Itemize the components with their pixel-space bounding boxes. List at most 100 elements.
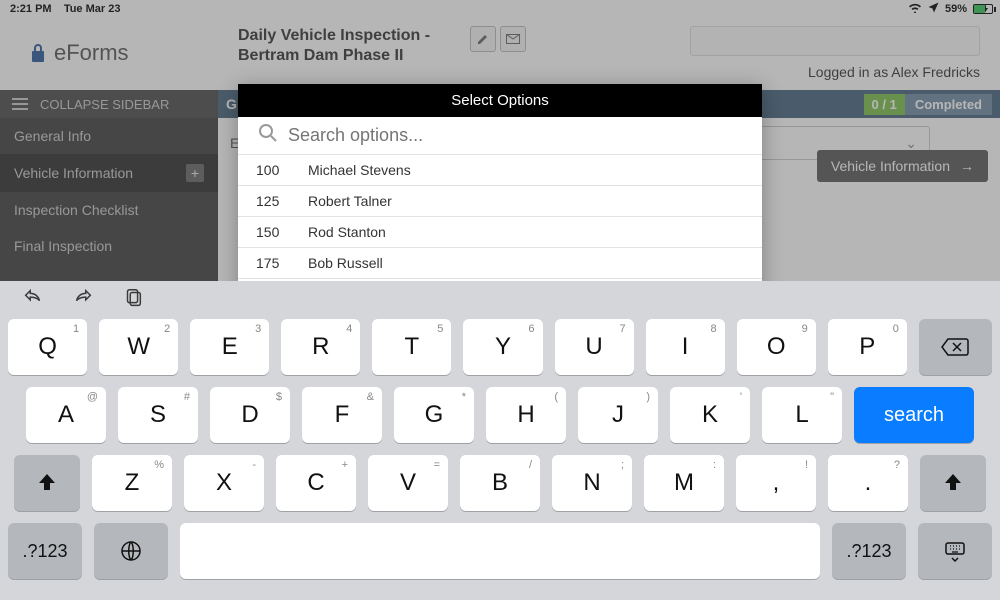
key-label: D bbox=[241, 401, 258, 429]
key-X[interactable]: -X bbox=[184, 455, 264, 511]
key-K[interactable]: 'K bbox=[670, 387, 750, 443]
key-sublabel: ) bbox=[646, 391, 650, 403]
key-sublabel: 7 bbox=[619, 323, 625, 335]
key-C[interactable]: +C bbox=[276, 455, 356, 511]
key-label: N bbox=[583, 469, 600, 497]
key-mode-switch[interactable]: .?123 bbox=[8, 523, 82, 579]
modal-search-input[interactable] bbox=[288, 125, 742, 146]
key-V[interactable]: =V bbox=[368, 455, 448, 511]
undo-icon[interactable] bbox=[22, 287, 44, 314]
key-label: .?123 bbox=[22, 541, 67, 562]
key-mode-switch-right[interactable]: .?123 bbox=[832, 523, 906, 579]
key-sublabel: ? bbox=[894, 459, 900, 471]
key-S[interactable]: #S bbox=[118, 387, 198, 443]
option-row[interactable]: 175 Bob Russell bbox=[238, 247, 762, 278]
key-A[interactable]: @A bbox=[26, 387, 106, 443]
key-sublabel: 6 bbox=[528, 323, 534, 335]
search-icon bbox=[258, 123, 278, 148]
option-id: 150 bbox=[256, 224, 290, 240]
option-id: 175 bbox=[256, 255, 290, 271]
key-label: R bbox=[312, 333, 329, 361]
key-label: T bbox=[405, 333, 420, 361]
key-sublabel: 3 bbox=[255, 323, 261, 335]
key-hide-keyboard[interactable] bbox=[918, 523, 992, 579]
key-N[interactable]: ;N bbox=[552, 455, 632, 511]
key-globe[interactable] bbox=[94, 523, 168, 579]
key-label: M bbox=[674, 469, 694, 497]
key-label: Z bbox=[125, 469, 140, 497]
key-O[interactable]: 9O bbox=[737, 319, 816, 375]
key-label: Y bbox=[495, 333, 511, 361]
key-label: B bbox=[492, 469, 508, 497]
key-sublabel: + bbox=[342, 459, 348, 471]
key-space[interactable] bbox=[180, 523, 820, 579]
select-options-modal: Select Options 100Michael Stevens125Robe… bbox=[238, 84, 762, 309]
option-row[interactable]: 100Michael Stevens bbox=[238, 154, 762, 185]
key-sublabel: ( bbox=[554, 391, 558, 403]
key-label: I bbox=[682, 333, 689, 361]
key-label: A bbox=[58, 401, 74, 429]
key-J[interactable]: )J bbox=[578, 387, 658, 443]
key-I[interactable]: 8I bbox=[646, 319, 725, 375]
key-label: S bbox=[150, 401, 166, 429]
key-shift[interactable] bbox=[14, 455, 80, 511]
key-sublabel: / bbox=[529, 459, 532, 471]
key-M[interactable]: :M bbox=[644, 455, 724, 511]
key-G[interactable]: *G bbox=[394, 387, 474, 443]
key-label: F bbox=[335, 401, 350, 429]
key-B[interactable]: /B bbox=[460, 455, 540, 511]
key-label: K bbox=[702, 401, 718, 429]
key-Q[interactable]: 1Q bbox=[8, 319, 87, 375]
key-label: H bbox=[517, 401, 534, 429]
key-sublabel: @ bbox=[87, 391, 98, 403]
key-T[interactable]: 5T bbox=[372, 319, 451, 375]
key-sublabel: # bbox=[184, 391, 190, 403]
redo-icon[interactable] bbox=[72, 287, 94, 314]
key-sublabel: " bbox=[830, 391, 834, 403]
modal-title: Select Options bbox=[238, 84, 762, 117]
key-label: E bbox=[222, 333, 238, 361]
key-P[interactable]: 0P bbox=[828, 319, 907, 375]
key-.[interactable]: ?. bbox=[828, 455, 908, 511]
key-,[interactable]: !, bbox=[736, 455, 816, 511]
key-backspace[interactable] bbox=[919, 319, 992, 375]
key-Z[interactable]: %Z bbox=[92, 455, 172, 511]
key-W[interactable]: 2W bbox=[99, 319, 178, 375]
key-label: W bbox=[127, 333, 150, 361]
key-sublabel: = bbox=[434, 459, 440, 471]
key-sublabel: 1 bbox=[73, 323, 79, 335]
key-E[interactable]: 3E bbox=[190, 319, 269, 375]
option-name: Michael Stevens bbox=[308, 162, 411, 178]
key-sublabel: * bbox=[462, 391, 466, 403]
key-F[interactable]: &F bbox=[302, 387, 382, 443]
option-row[interactable]: 150Rod Stanton bbox=[238, 216, 762, 247]
key-shift[interactable] bbox=[920, 455, 986, 511]
key-label: search bbox=[884, 404, 944, 427]
key-sublabel: 5 bbox=[437, 323, 443, 335]
key-sublabel: 8 bbox=[711, 323, 717, 335]
keyboard-rows: 1Q2W3E4R5T6Y7U8I9O0P @A#S$D&F*G(H)J'K"Ls… bbox=[0, 319, 1000, 579]
key-label: O bbox=[767, 333, 786, 361]
key-sublabel: : bbox=[713, 459, 716, 471]
key-H[interactable]: (H bbox=[486, 387, 566, 443]
option-name: Bob Russell bbox=[308, 255, 383, 271]
key-L[interactable]: "L bbox=[762, 387, 842, 443]
clipboard-icon[interactable] bbox=[122, 287, 144, 314]
key-label: .?123 bbox=[846, 541, 891, 562]
option-name: Robert Talner bbox=[308, 193, 392, 209]
option-row[interactable]: 125Robert Talner bbox=[238, 185, 762, 216]
key-sublabel: % bbox=[154, 459, 164, 471]
key-U[interactable]: 7U bbox=[555, 319, 634, 375]
key-Y[interactable]: 6Y bbox=[463, 319, 542, 375]
key-sublabel: $ bbox=[276, 391, 282, 403]
key-label: Q bbox=[38, 333, 57, 361]
key-label: U bbox=[585, 333, 602, 361]
key-R[interactable]: 4R bbox=[281, 319, 360, 375]
key-sublabel: ' bbox=[740, 391, 742, 403]
key-D[interactable]: $D bbox=[210, 387, 290, 443]
key-label: P bbox=[859, 333, 875, 361]
key-sublabel: 0 bbox=[893, 323, 899, 335]
key-label: V bbox=[400, 469, 416, 497]
key-label: L bbox=[795, 401, 808, 429]
key-search[interactable]: search bbox=[854, 387, 974, 443]
